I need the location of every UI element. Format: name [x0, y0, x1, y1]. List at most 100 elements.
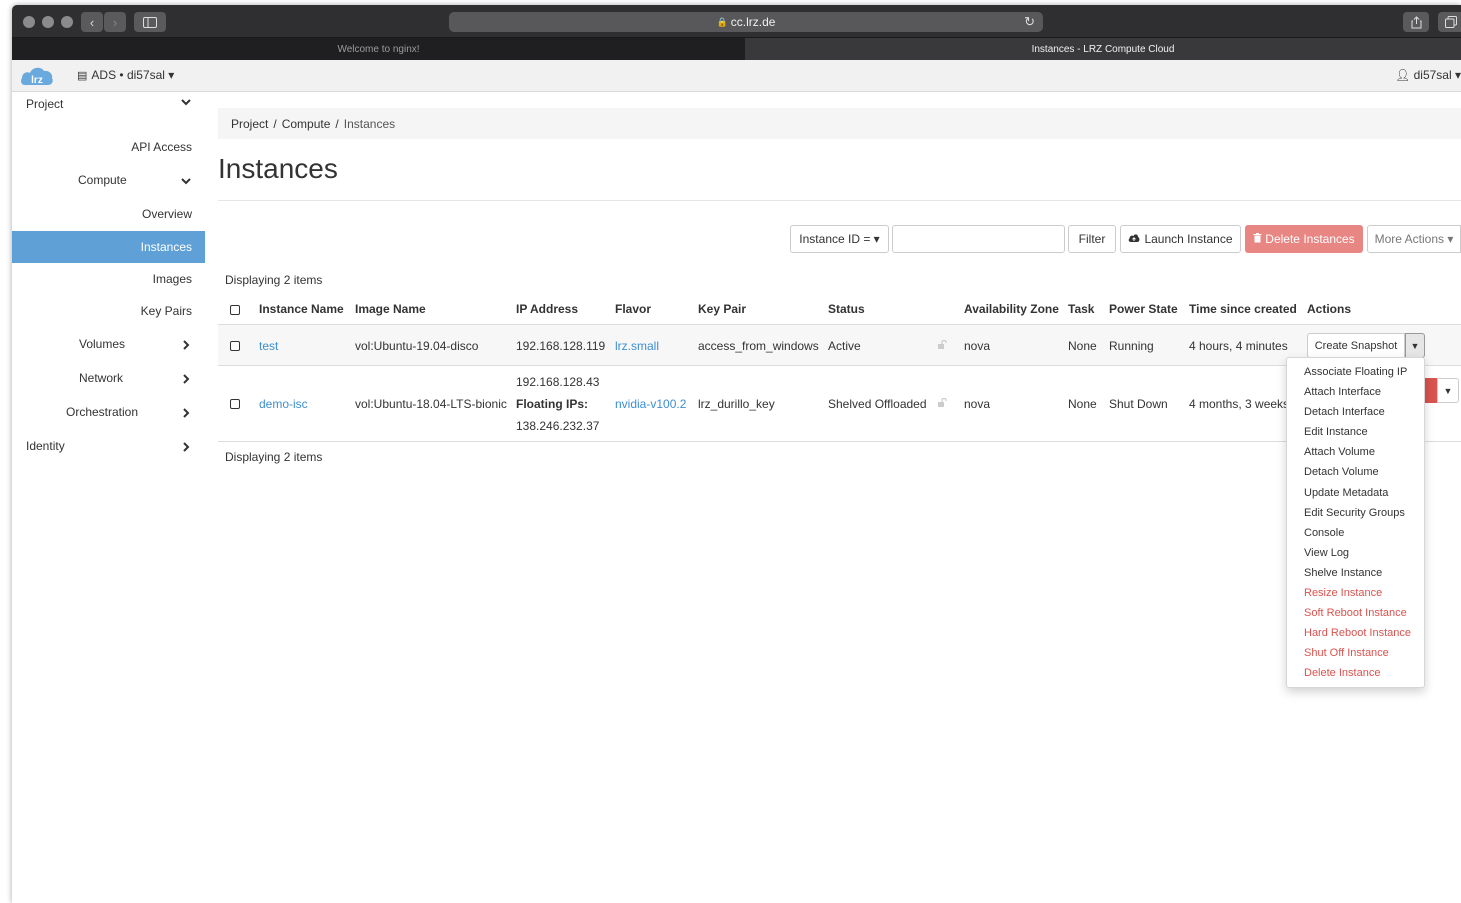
menu-item-attach-volume[interactable]: Attach Volume [1287, 442, 1424, 462]
list-icon: ▤ [77, 69, 88, 82]
sidebar-item-label: Orchestration [66, 405, 139, 419]
menu-item-detach-volume[interactable]: Detach Volume [1287, 462, 1424, 482]
row-checkbox[interactable] [230, 399, 240, 409]
column-header[interactable]: Task [1068, 302, 1094, 316]
project-selector[interactable]: ▤ ADS • di57sal ▾ [77, 68, 174, 82]
filter-field-select[interactable]: Instance ID = ▾ [790, 225, 889, 253]
sidebar-item-label: API Access [131, 140, 192, 154]
column-header[interactable]: Time since created [1189, 302, 1297, 316]
delete-instances-label: Delete Instances [1265, 232, 1355, 246]
row-actions-dropdown: Associate Floating IP Attach Interface D… [1286, 357, 1425, 688]
sidebar-item-label: Project [26, 97, 64, 111]
flavor-link[interactable]: nvidia-v100.2 [615, 397, 686, 411]
menu-item-edit-instance[interactable]: Edit Instance [1287, 422, 1424, 442]
sidebar-item-orchestration[interactable]: Orchestration [12, 396, 205, 428]
more-actions-button[interactable]: More Actions ▾ [1367, 225, 1461, 253]
flavor-link[interactable]: lrz.small [615, 339, 659, 353]
trash-icon [1253, 232, 1262, 246]
share-button[interactable] [1403, 12, 1429, 32]
menu-item-detach-interface[interactable]: Detach Interface [1287, 402, 1424, 422]
close-window-button[interactable] [23, 16, 35, 28]
column-header[interactable]: Image Name [355, 302, 426, 316]
sidebar-item-project[interactable]: Project [12, 93, 205, 125]
row-actions-toggle[interactable]: ▼ [1405, 333, 1425, 358]
table-header: Instance Name Image Name IP Address Flav… [218, 297, 1461, 321]
ip-address: 192.168.128.119 [516, 339, 606, 353]
sidebar-item-api-access[interactable]: API Access [12, 131, 205, 163]
column-header[interactable]: Status [828, 302, 865, 316]
tab-instances[interactable]: Instances - LRZ Compute Cloud [745, 38, 1461, 60]
breadcrumb-instances: Instances [343, 116, 396, 131]
filter-input[interactable] [892, 225, 1065, 253]
instance-name-link[interactable]: demo-isc [259, 397, 308, 411]
image-name: vol:Ubuntu-18.04-LTS-bionic [355, 397, 507, 411]
chevron-right-icon [183, 442, 190, 452]
menu-item-edit-security-groups[interactable]: Edit Security Groups [1287, 503, 1424, 523]
sidebar-item-network[interactable]: Network [12, 362, 205, 394]
sidebar-item-label: Compute [78, 173, 127, 187]
menu-item-resize-instance[interactable]: Resize Instance [1287, 583, 1424, 603]
menu-item-soft-reboot-instance[interactable]: Soft Reboot Instance [1287, 603, 1424, 623]
chevron-down-icon [181, 178, 191, 185]
browser-tab-bar: Welcome to nginx! Instances - LRZ Comput… [12, 38, 1461, 60]
page-title: Instances [218, 153, 338, 184]
lrz-logo[interactable]: lrz [20, 64, 54, 88]
sidebar-item-overview[interactable]: Overview [12, 198, 205, 230]
menu-item-shut-off-instance[interactable]: Shut Off Instance [1287, 643, 1424, 663]
column-header[interactable]: Instance Name [259, 302, 344, 316]
sidebar-item-volumes[interactable]: Volumes [12, 328, 205, 360]
zoom-window-button[interactable] [61, 16, 73, 28]
breadcrumb-compute[interactable]: Compute [282, 117, 331, 131]
sidebar-item-key-pairs[interactable]: Key Pairs [12, 295, 205, 327]
browser-toolbar: ‹ › 🔒 cc.lrz.de ↻ [12, 5, 1461, 38]
table-bottom-border [218, 441, 1461, 442]
unlock-icon [938, 398, 947, 407]
time-since-created: 4 months, 3 weeks [1189, 397, 1290, 411]
menu-item-associate-floating-ip[interactable]: Associate Floating IP [1287, 362, 1424, 382]
back-button[interactable]: ‹ [81, 12, 103, 32]
sidebar-item-images[interactable]: Images [12, 263, 205, 295]
top-navbar: lrz ▤ ADS • di57sal ▾ 👤︎ di57sal ▾ [12, 60, 1461, 92]
instance-name-link[interactable]: test [259, 339, 278, 353]
create-snapshot-button[interactable]: Create Snapshot [1307, 333, 1405, 358]
column-header[interactable]: Flavor [615, 302, 651, 316]
reload-icon[interactable]: ↻ [1024, 14, 1035, 30]
row-checkbox[interactable] [230, 341, 240, 351]
menu-item-delete-instance[interactable]: Delete Instance [1287, 663, 1424, 683]
filter-button[interactable]: Filter [1068, 225, 1116, 253]
sidebar-toggle-button[interactable] [134, 12, 166, 32]
column-header[interactable]: Key Pair [698, 302, 746, 316]
column-header[interactable]: Availability Zone [964, 302, 1059, 316]
delete-instances-button[interactable]: Delete Instances [1245, 225, 1363, 253]
power-state: Running [1109, 339, 1154, 353]
sidebar-item-identity[interactable]: Identity [12, 430, 205, 462]
menu-item-attach-interface[interactable]: Attach Interface [1287, 382, 1424, 402]
breadcrumb-project[interactable]: Project [231, 117, 268, 131]
column-header[interactable]: IP Address [516, 302, 578, 316]
chevron-down-icon [181, 99, 191, 106]
sidebar-item-label: Identity [26, 439, 65, 453]
menu-item-console[interactable]: Console [1287, 523, 1424, 543]
menu-item-view-log[interactable]: View Log [1287, 543, 1424, 563]
menu-item-shelve-instance[interactable]: Shelve Instance [1287, 563, 1424, 583]
row-actions-toggle[interactable]: ▼ [1437, 378, 1459, 403]
minimize-window-button[interactable] [42, 16, 54, 28]
sidebar-item-compute[interactable]: Compute [12, 164, 205, 196]
sidebar-item-label: Overview [141, 207, 192, 221]
project-selector-label: ADS • di57sal ▾ [91, 68, 175, 82]
column-header[interactable]: Power State [1109, 302, 1178, 316]
sidebar-item-instances[interactable]: Instances [12, 231, 205, 263]
tab-nginx[interactable]: Welcome to nginx! [12, 38, 745, 60]
column-header: Actions [1307, 302, 1352, 316]
launch-instance-button[interactable]: Launch Instance [1120, 225, 1241, 253]
select-all-checkbox[interactable] [230, 305, 240, 315]
forward-button[interactable]: › [104, 12, 126, 32]
user-menu[interactable]: 👤︎ di57sal ▾ [1395, 68, 1461, 82]
logo-text: lrz [31, 75, 43, 86]
address-bar[interactable]: 🔒 cc.lrz.de ↻ [449, 12, 1043, 32]
user-menu-label: di57sal ▾ [1413, 68, 1461, 82]
chevron-right-icon: › [112, 14, 118, 30]
menu-item-update-metadata[interactable]: Update Metadata [1287, 483, 1424, 503]
tabs-overview-button[interactable] [1438, 12, 1461, 32]
menu-item-hard-reboot-instance[interactable]: Hard Reboot Instance [1287, 623, 1424, 643]
